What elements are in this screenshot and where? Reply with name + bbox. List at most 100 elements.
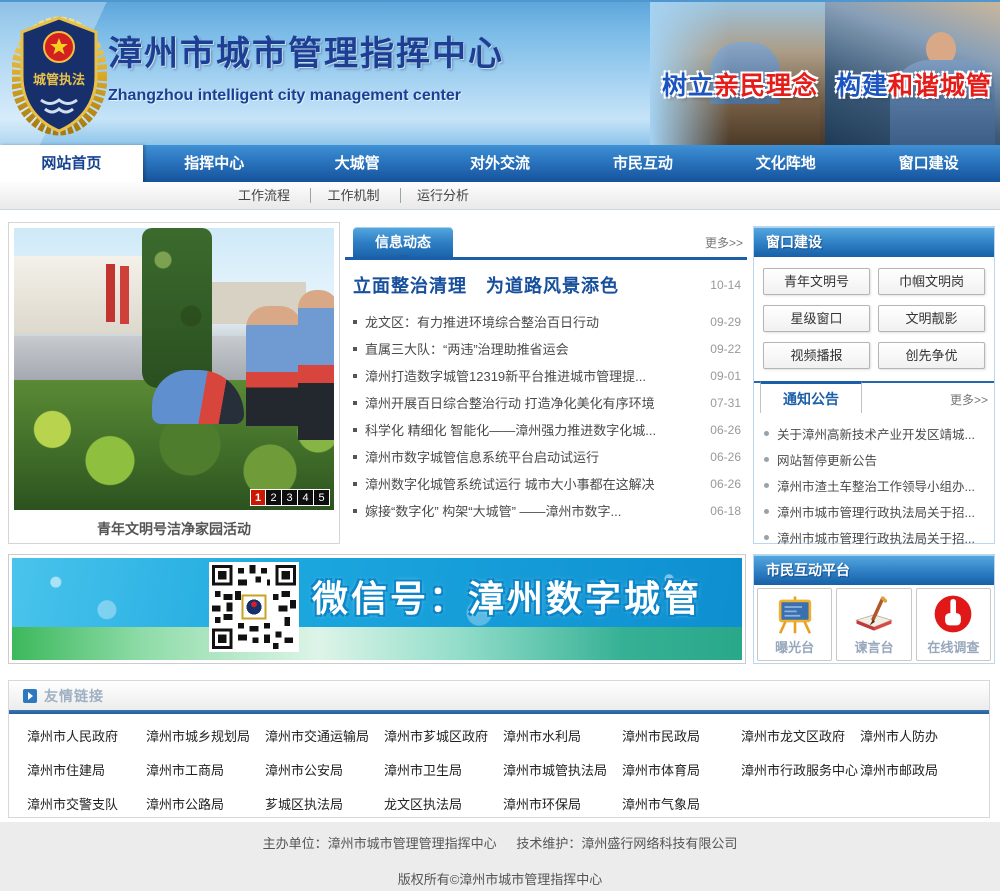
subnav-item-workflow[interactable]: 工作流程 bbox=[238, 188, 290, 203]
notice-item: 漳州市城市管理行政执法局关于招... bbox=[764, 498, 988, 524]
slider-page-button-2[interactable]: 2 bbox=[266, 489, 282, 506]
photo-slider-panel: 1 2 3 4 5 青年文明号洁净家园活动 bbox=[8, 222, 340, 544]
interaction-panel-title: 市民互动平台 bbox=[754, 555, 994, 585]
nav-item-citizen-interaction[interactable]: 市民互动 bbox=[571, 145, 714, 182]
photo-topiary bbox=[142, 228, 212, 388]
news-item-link[interactable]: 漳州市数字城管信息系统平台启动试运行 bbox=[365, 447, 599, 466]
tab-notices[interactable]: 通知公告 bbox=[760, 381, 862, 413]
notices-more-link[interactable]: 更多>> bbox=[950, 391, 988, 408]
slogan-part-4: 和谐城管 bbox=[888, 72, 992, 100]
online-survey-button[interactable]: 在线调查 bbox=[916, 588, 991, 661]
news-item-date: 09-01 bbox=[702, 369, 741, 383]
friend-link[interactable]: 漳州市住建局 bbox=[27, 760, 146, 779]
friend-link[interactable]: 漳州市人民政府 bbox=[27, 726, 146, 745]
slogan-part-1: 树立 bbox=[662, 72, 714, 100]
nav-item-command-center[interactable]: 指挥中心 bbox=[143, 145, 286, 182]
arrow-badge-icon bbox=[23, 689, 37, 703]
notice-item-link[interactable]: 网站暂停更新公告 bbox=[777, 450, 877, 469]
site-logo-badge-icon: 城管执法 bbox=[12, 12, 107, 136]
news-item-date: 09-29 bbox=[702, 315, 741, 329]
slider-caption[interactable]: 青年文明号洁净家园活动 bbox=[9, 515, 339, 543]
site-title: 漳州市城市管理指挥中心 bbox=[108, 26, 628, 75]
news-item-date: 06-26 bbox=[702, 423, 741, 437]
friend-link[interactable]: 漳州市芗城区政府 bbox=[384, 726, 503, 745]
bullet-dot-icon bbox=[764, 509, 769, 514]
slider-page-button-1[interactable]: 1 bbox=[250, 489, 266, 506]
site-header: 城管执法 漳州市城市管理指挥中心 Zhangzhou intelligent c… bbox=[0, 0, 1000, 145]
slider-page-button-3[interactable]: 3 bbox=[282, 489, 298, 506]
news-item: 漳州数字化城管系统试运行 城市大小事都在这解决 06-26 bbox=[353, 470, 741, 497]
friend-link[interactable]: 漳州市民政局 bbox=[622, 726, 741, 745]
exposure-platform-button[interactable]: 曝光台 bbox=[757, 588, 832, 661]
news-item-link[interactable]: 漳州打造数字城管12319新平台推进城市管理提... bbox=[365, 366, 646, 385]
bullet-dot-icon bbox=[764, 483, 769, 488]
news-item-link[interactable]: 龙文区：有力推进环境综合整治百日行动 bbox=[365, 312, 599, 331]
friend-link[interactable]: 漳州市交警支队 bbox=[27, 794, 146, 813]
window-button-women-post[interactable]: 巾帼文明岗 bbox=[878, 268, 985, 295]
friend-link[interactable]: 漳州市卫生局 bbox=[384, 760, 503, 779]
friend-link[interactable]: 漳州市工商局 bbox=[146, 760, 265, 779]
notice-panel-header: 通知公告 更多>> bbox=[754, 381, 994, 412]
friend-link[interactable]: 漳州市体育局 bbox=[622, 760, 741, 779]
slider-page-button-5[interactable]: 5 bbox=[314, 489, 330, 506]
friend-link[interactable]: 漳州市人防办 bbox=[860, 726, 979, 745]
nav-item-window-construction[interactable]: 窗口建设 bbox=[857, 145, 1000, 182]
photo-worker-right bbox=[298, 290, 334, 440]
nav-item-home[interactable]: 网站首页 bbox=[0, 145, 143, 182]
window-button-video-report[interactable]: 视频播报 bbox=[763, 342, 870, 369]
friend-link[interactable]: 芗城区执法局 bbox=[265, 794, 384, 813]
window-button-excellence[interactable]: 创先争优 bbox=[878, 342, 985, 369]
window-button-civil-photos[interactable]: 文明靓影 bbox=[878, 305, 985, 332]
news-headline-date: 10-14 bbox=[710, 278, 741, 292]
slider-photo[interactable]: 1 2 3 4 5 bbox=[14, 228, 334, 510]
friend-link[interactable]: 漳州市城乡规划局 bbox=[146, 726, 265, 745]
friend-link[interactable]: 漳州市龙文区政府 bbox=[741, 726, 860, 745]
page: 城管执法 漳州市城市管理指挥中心 Zhangzhou intelligent c… bbox=[0, 0, 1000, 891]
window-panel-title: 窗口建设 bbox=[754, 227, 994, 257]
suggestion-platform-button[interactable]: 谏言台 bbox=[836, 588, 911, 661]
friend-link[interactable]: 漳州市水利局 bbox=[503, 726, 622, 745]
friend-link[interactable]: 漳州市城管执法局 bbox=[503, 760, 622, 779]
subnav-item-analysis[interactable]: 运行分析 bbox=[400, 188, 469, 203]
friend-link[interactable]: 漳州市交通运输局 bbox=[265, 726, 384, 745]
slogan-part-2: 亲民理念 bbox=[714, 72, 818, 100]
suggestion-button-label: 谏言台 bbox=[854, 637, 893, 656]
subnav-item-mechanism[interactable]: 工作机制 bbox=[310, 188, 379, 203]
friend-link[interactable]: 漳州市气象局 bbox=[622, 794, 741, 813]
news-headline-link[interactable]: 立面整治清理 为道路风景添色 bbox=[353, 272, 619, 298]
nav-item-external-exchange[interactable]: 对外交流 bbox=[429, 145, 572, 182]
news-panel: 信息动态 更多>> 立面整治清理 为道路风景添色 10-14 龙文区：有力推进环… bbox=[345, 226, 747, 540]
tab-news[interactable]: 信息动态 bbox=[353, 227, 453, 257]
notice-item-link[interactable]: 漳州市城市管理行政执法局关于招... bbox=[777, 528, 975, 547]
wechat-banner[interactable]: 微信号：漳州数字城管 bbox=[8, 554, 746, 664]
window-button-star-window[interactable]: 星级窗口 bbox=[763, 305, 870, 332]
slider-page-button-4[interactable]: 4 bbox=[298, 489, 314, 506]
friend-link[interactable]: 漳州市公路局 bbox=[146, 794, 265, 813]
notice-item-link[interactable]: 关于漳州高新技术产业开发区靖城... bbox=[777, 424, 975, 443]
bullet-square-icon bbox=[353, 347, 357, 351]
nav-item-culture[interactable]: 文化阵地 bbox=[714, 145, 857, 182]
main-nav: 网站首页 指挥中心 大城管 对外交流 市民互动 文化阵地 窗口建设 bbox=[0, 145, 1000, 182]
news-item-link[interactable]: 科学化 精细化 智能化——漳州强力推进数字化城... bbox=[365, 420, 656, 439]
news-more-link[interactable]: 更多>> bbox=[705, 234, 743, 251]
photo-worker-standing bbox=[246, 306, 302, 426]
survey-button-label: 在线调查 bbox=[927, 637, 979, 656]
notice-item-link[interactable]: 漳州市城市管理行政执法局关于招... bbox=[777, 502, 975, 521]
friend-link[interactable]: 龙文区执法局 bbox=[384, 794, 503, 813]
nav-item-big-city-mgmt[interactable]: 大城管 bbox=[286, 145, 429, 182]
friend-link[interactable]: 漳州市环保局 bbox=[503, 794, 622, 813]
news-headline-row: 立面整治清理 为道路风景添色 10-14 bbox=[345, 260, 747, 304]
news-item-link[interactable]: 漳州开展百日综合整治行动 打造净化美化有序环境 bbox=[365, 393, 655, 412]
friend-link[interactable]: 漳州市邮政局 bbox=[860, 760, 979, 779]
notice-item-link[interactable]: 漳州市渣土车整治工作领导小组办... bbox=[777, 476, 975, 495]
window-button-youth-civility[interactable]: 青年文明号 bbox=[763, 268, 870, 295]
news-item: 直属三大队：“两违”治理助推省运会 09-22 bbox=[353, 335, 741, 362]
wechat-banner-green-strip bbox=[12, 627, 742, 660]
slogan-part-3: 构建 bbox=[836, 72, 888, 100]
news-item-link[interactable]: 漳州数字化城管系统试运行 城市大小事都在这解决 bbox=[365, 474, 655, 493]
bullet-square-icon bbox=[353, 455, 357, 459]
news-item-link[interactable]: 直属三大队：“两违”治理助推省运会 bbox=[365, 339, 569, 358]
friend-link[interactable]: 漳州市公安局 bbox=[265, 760, 384, 779]
news-item-link[interactable]: 嫁接“数字化” 构架“大城管” ——漳州市数字... bbox=[365, 501, 621, 520]
friend-link[interactable]: 漳州市行政服务中心 bbox=[741, 760, 860, 779]
